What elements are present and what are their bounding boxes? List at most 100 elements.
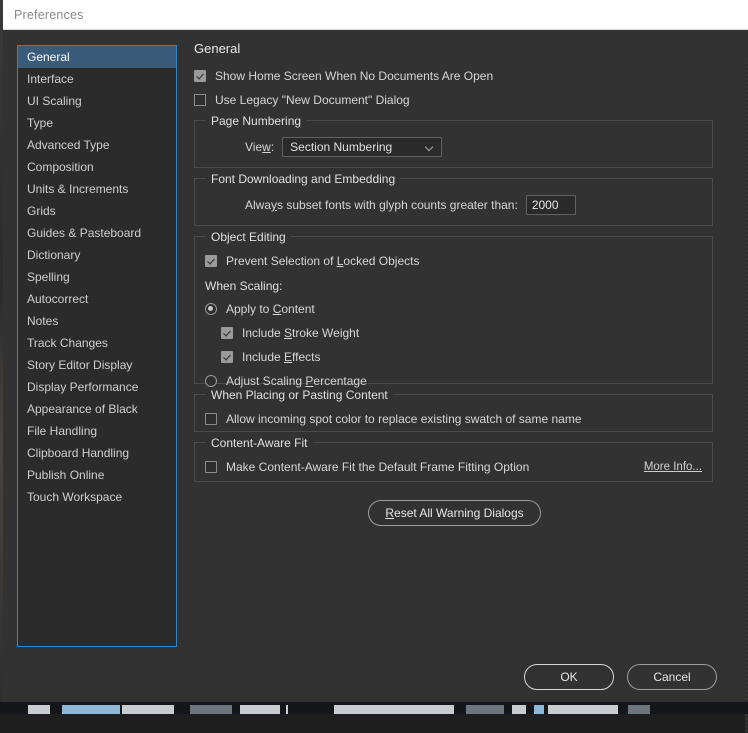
os-taskbar[interactable] xyxy=(0,702,748,714)
apply-to-content-radio[interactable] xyxy=(205,303,217,315)
taskbar-item[interactable] xyxy=(286,705,288,714)
checkbox-row-allow-spot-color[interactable]: Allow incoming spot color to replace exi… xyxy=(205,409,702,429)
sidebar-item-label: Autocorrect xyxy=(27,292,89,306)
show-home-screen-checkbox[interactable] xyxy=(194,70,206,82)
sidebar-item-advanced-type[interactable]: Advanced Type xyxy=(18,134,176,156)
sidebar-item-dictionary[interactable]: Dictionary xyxy=(18,244,176,266)
sidebar-item-track-changes[interactable]: Track Changes xyxy=(18,332,176,354)
sidebar-item-grids[interactable]: Grids xyxy=(18,200,176,222)
content-aware-fit-default-checkbox[interactable] xyxy=(205,461,217,473)
checkbox-row-prevent-selection[interactable]: Prevent Selection of Locked Objects xyxy=(205,251,702,271)
sidebar-item-spelling[interactable]: Spelling xyxy=(18,266,176,288)
checkbox-row-include-effects[interactable]: Include Effects xyxy=(221,347,702,367)
sidebar-item-label: Dictionary xyxy=(27,248,81,262)
sidebar-item-label: Grids xyxy=(27,204,56,218)
chevron-down-icon xyxy=(426,143,435,152)
allow-spot-color-checkbox[interactable] xyxy=(205,413,217,425)
prevent-selection-label: Prevent Selection of Locked Objects xyxy=(226,254,420,268)
sidebar-item-appearance-of-black[interactable]: Appearance of Black xyxy=(18,398,176,420)
taskbar-item[interactable] xyxy=(548,705,618,714)
taskbar-item[interactable] xyxy=(28,705,50,714)
sidebar-item-guides-pasteboard[interactable]: Guides & Pasteboard xyxy=(18,222,176,244)
sidebar-item-ui-scaling[interactable]: UI Scaling xyxy=(18,90,176,112)
sidebar-item-label: Track Changes xyxy=(27,336,108,350)
font-downloading-legend: Font Downloading and Embedding xyxy=(206,172,401,186)
window-title: Preferences xyxy=(14,7,84,22)
sidebar-item-type[interactable]: Type xyxy=(18,112,176,134)
sidebar-item-autocorrect[interactable]: Autocorrect xyxy=(18,288,176,310)
sidebar-item-story-editor-display[interactable]: Story Editor Display xyxy=(18,354,176,376)
page-numbering-legend: Page Numbering xyxy=(206,114,307,128)
show-home-screen-label: Show Home Screen When No Documents Are O… xyxy=(215,69,494,83)
subset-threshold-input[interactable] xyxy=(525,195,576,215)
sidebar-item-display-performance[interactable]: Display Performance xyxy=(18,376,176,398)
font-downloading-group: Font Downloading and Embedding Always su… xyxy=(194,172,713,226)
page-numbering-group: Page Numbering View: Section Numbering xyxy=(194,114,713,168)
dialog-body: General Interface UI Scaling Type Advanc… xyxy=(3,31,748,733)
when-scaling-label: When Scaling: xyxy=(205,279,283,293)
sidebar-item-label: Guides & Pasteboard xyxy=(27,226,142,240)
taskbar-item[interactable] xyxy=(512,705,526,714)
radio-row-apply-to-content[interactable]: Apply to Content xyxy=(205,299,702,319)
taskbar-item[interactable] xyxy=(466,705,504,714)
content-aware-fit-legend: Content-Aware Fit xyxy=(206,436,313,450)
content-aware-fit-default-label: Make Content-Aware Fit the Default Frame… xyxy=(226,460,530,474)
include-stroke-weight-checkbox[interactable] xyxy=(221,327,233,339)
window-titlebar: Preferences xyxy=(3,0,748,30)
sidebar-item-label: Story Editor Display xyxy=(27,358,133,372)
include-effects-checkbox[interactable] xyxy=(221,351,233,363)
sidebar-item-label: Advanced Type xyxy=(27,138,110,152)
checkbox-row-show-home-screen[interactable]: Show Home Screen When No Documents Are O… xyxy=(194,66,717,86)
content-aware-fit-group: Content-Aware Fit Make Content-Aware Fit… xyxy=(194,436,713,482)
sidebar-item-label: Interface xyxy=(27,72,74,86)
reset-all-warning-dialogs-button[interactable]: Reset All Warning Dialogs xyxy=(368,500,541,526)
adjust-scaling-percentage-radio[interactable] xyxy=(205,375,217,387)
placing-pasting-legend: When Placing or Pasting Content xyxy=(206,388,393,402)
checkbox-row-content-aware-fit-default[interactable]: Make Content-Aware Fit the Default Frame… xyxy=(205,457,702,477)
sidebar-item-publish-online[interactable]: Publish Online xyxy=(18,464,176,486)
taskbar-item[interactable] xyxy=(62,705,120,714)
reset-warnings-row: Reset All Warning Dialogs xyxy=(192,500,717,526)
sidebar-item-units-increments[interactable]: Units & Increments xyxy=(18,178,176,200)
more-info-link[interactable]: More Info... xyxy=(644,461,702,473)
content-aware-fit-default-wrap[interactable]: Make Content-Aware Fit the Default Frame… xyxy=(205,460,529,474)
sidebar-item-label: Notes xyxy=(27,314,59,328)
preferences-dialog: Preferences General Interface UI Scaling… xyxy=(3,0,748,733)
taskbar-item[interactable] xyxy=(122,705,174,714)
sidebar-item-label: Type xyxy=(27,116,54,130)
sidebar-item-label: Clipboard Handling xyxy=(27,446,130,460)
sidebar-item-touch-workspace[interactable]: Touch Workspace xyxy=(18,486,176,508)
sidebar-item-label: Appearance of Black xyxy=(27,402,138,416)
sidebar-item-general[interactable]: General xyxy=(18,46,176,68)
sidebar-item-interface[interactable]: Interface xyxy=(18,68,176,90)
taskbar-item[interactable] xyxy=(628,705,650,714)
sidebar-item-label: Units & Increments xyxy=(27,182,129,196)
object-editing-group: Object Editing Prevent Selection of Lock… xyxy=(194,230,713,388)
subset-fonts-label: Always subset fonts with glyph counts gr… xyxy=(245,198,518,212)
preferences-category-list[interactable]: General Interface UI Scaling Type Advanc… xyxy=(17,45,177,647)
include-stroke-weight-label: Include Stroke Weight xyxy=(242,326,360,340)
page-numbering-view-dropdown[interactable]: Section Numbering xyxy=(282,137,443,157)
placing-pasting-group: When Placing or Pasting Content Allow in… xyxy=(194,388,713,432)
ok-button[interactable]: OK xyxy=(524,664,614,690)
checkbox-row-include-stroke-weight[interactable]: Include Stroke Weight xyxy=(221,323,702,343)
taskbar-item[interactable] xyxy=(334,705,454,714)
taskbar-item[interactable] xyxy=(534,705,544,714)
view-label: View: xyxy=(245,140,275,154)
taskbar-item[interactable] xyxy=(240,705,280,714)
cancel-button[interactable]: Cancel xyxy=(627,664,717,690)
prevent-selection-checkbox[interactable] xyxy=(205,255,217,267)
page-numbering-view-value: Section Numbering xyxy=(290,140,393,154)
sidebar-item-label: General xyxy=(27,50,70,64)
sidebar-item-label: Publish Online xyxy=(27,468,105,482)
sidebar-item-clipboard-handling[interactable]: Clipboard Handling xyxy=(18,442,176,464)
sidebar-item-composition[interactable]: Composition xyxy=(18,156,176,178)
taskbar-item[interactable] xyxy=(190,705,232,714)
sidebar-item-label: Touch Workspace xyxy=(27,490,123,504)
sidebar-item-file-handling[interactable]: File Handling xyxy=(18,420,176,442)
dialog-footer: OK Cancel xyxy=(524,664,717,690)
checkbox-row-use-legacy-dialog[interactable]: Use Legacy "New Document" Dialog xyxy=(194,90,717,110)
sidebar-item-notes[interactable]: Notes xyxy=(18,310,176,332)
preferences-main-panel: General Show Home Screen When No Documen… xyxy=(192,41,717,526)
use-legacy-dialog-checkbox[interactable] xyxy=(194,94,206,106)
